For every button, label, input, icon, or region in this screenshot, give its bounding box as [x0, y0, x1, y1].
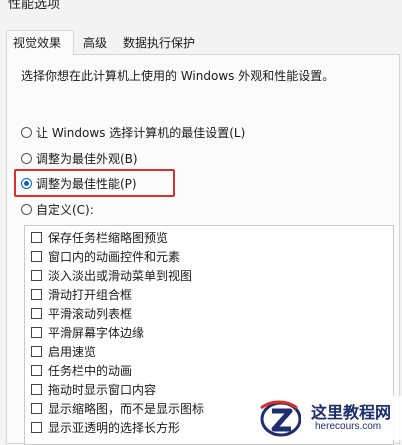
window-title: 性能选项 [8, 0, 61, 12]
effect-label: 窗口内的动画控件和元素 [48, 250, 181, 264]
effect-label: 启用速览 [48, 345, 97, 359]
site-logo-icon [260, 400, 301, 437]
radio-button[interactable] [21, 203, 32, 215]
effect-label: 显示亚透明的选择长方形 [48, 421, 181, 435]
checkbox[interactable] [31, 384, 42, 395]
effect-item[interactable]: 平滑屏幕字体边缘 [31, 323, 144, 342]
effect-label: 任务栏中的动画 [48, 364, 133, 378]
visual-effects-panel: 选择你想在此计算机上使用的 Windows 外观和性能设置。 让 Windows… [6, 54, 400, 445]
option-label: 自定义(C): [36, 202, 94, 217]
tab-label: 视觉效果 [13, 36, 62, 50]
effect-item[interactable]: 保存任务栏缩略图预览 [31, 228, 168, 247]
effect-item[interactable]: 任务栏中的动画 [31, 361, 132, 380]
radio-button[interactable] [21, 152, 32, 164]
effect-label: 滑动打开组合框 [48, 288, 133, 302]
effect-item[interactable]: 滑动打开组合框 [31, 285, 132, 304]
checkbox[interactable] [31, 251, 42, 262]
panel-description: 选择你想在此计算机上使用的 Windows 外观和性能设置。 [21, 69, 335, 83]
tab-data-execution-prevention[interactable]: 数据执行保护 [116, 32, 208, 53]
tab-label: 高级 [83, 36, 108, 50]
option-let-windows-choose[interactable]: 让 Windows 选择计算机的最佳设置(L) [21, 122, 245, 142]
effect-label: 平滑滚动列表框 [48, 307, 133, 321]
checkbox[interactable] [31, 270, 42, 281]
effect-item[interactable]: 淡入淡出或滑动菜单到视图 [31, 266, 192, 285]
checkbox[interactable] [31, 289, 42, 300]
checkbox[interactable] [31, 422, 42, 433]
title-bar: 性能选项 [0, 0, 402, 26]
watermark-site-name: 这里教程网 [311, 403, 392, 422]
watermark: 这里教程网 herecours.com [255, 396, 402, 440]
effect-label: 拖动时显示窗口内容 [48, 383, 157, 397]
checkbox[interactable] [31, 308, 42, 319]
radio-button[interactable] [21, 126, 32, 138]
effect-item[interactable]: 启用速览 [31, 342, 96, 361]
effect-item[interactable]: 拖动时显示窗口内容 [31, 380, 156, 399]
checkbox[interactable] [31, 365, 42, 376]
effect-label: 显示缩略图，而不是显示图标 [48, 402, 205, 416]
checkbox[interactable] [31, 346, 42, 357]
option-label: 调整为最佳外观(B) [36, 151, 138, 166]
effect-item[interactable]: 显示缩略图，而不是显示图标 [31, 399, 204, 418]
effect-item[interactable]: 平滑滚动列表框 [31, 304, 132, 323]
option-custom[interactable]: 自定义(C): [21, 199, 94, 219]
effect-item[interactable]: 窗口内的动画控件和元素 [31, 247, 180, 266]
highlight-box [14, 169, 175, 197]
effect-item[interactable]: 显示亚透明的选择长方形 [31, 418, 180, 437]
tab-label: 数据执行保护 [123, 36, 196, 50]
option-label: 让 Windows 选择计算机的最佳设置(L) [36, 125, 246, 140]
checkbox[interactable] [31, 327, 42, 338]
tab-advanced[interactable]: 高级 [76, 32, 116, 53]
checkbox[interactable] [31, 232, 42, 243]
effect-label: 保存任务栏缩略图预览 [48, 231, 169, 245]
effect-label: 平滑屏幕字体边缘 [48, 326, 145, 340]
option-best-appearance[interactable]: 调整为最佳外观(B) [21, 148, 138, 168]
watermark-url: herecours.com [315, 421, 382, 432]
effect-label: 淡入淡出或滑动菜单到视图 [48, 269, 193, 283]
tab-visual-effects[interactable]: 视觉效果 [6, 30, 74, 55]
checkbox[interactable] [31, 403, 42, 414]
